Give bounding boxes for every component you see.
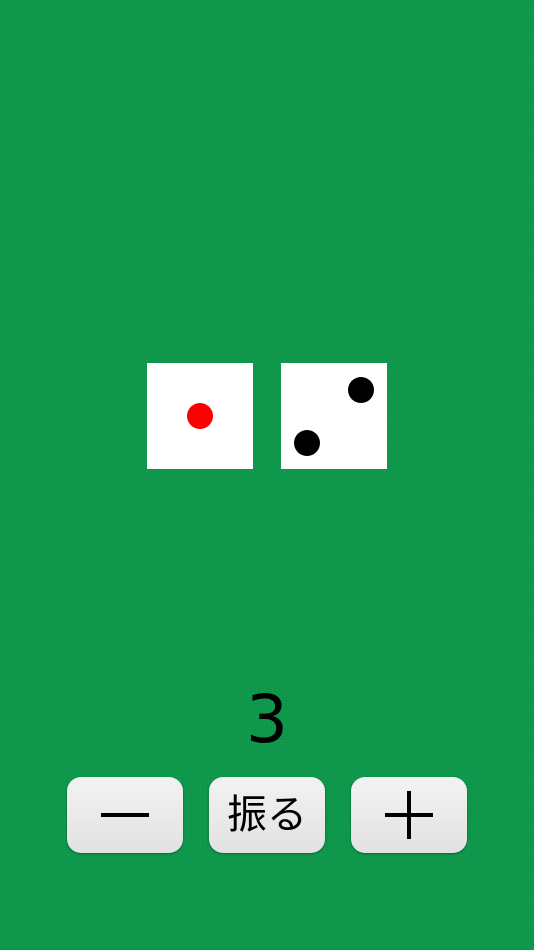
die-two xyxy=(281,363,387,469)
plus-icon xyxy=(385,791,433,839)
dice-count: 3 xyxy=(246,681,288,758)
die-pip xyxy=(294,430,320,456)
game-table: 3 振る xyxy=(0,0,534,950)
roll-button-label: 振る xyxy=(227,792,307,838)
roll-button[interactable]: 振る xyxy=(209,777,325,853)
increase-button[interactable] xyxy=(351,777,467,853)
die-one xyxy=(147,363,253,469)
die-pip xyxy=(187,403,213,429)
minus-icon xyxy=(101,813,149,817)
die-pip xyxy=(348,377,374,403)
decrease-button[interactable] xyxy=(67,777,183,853)
